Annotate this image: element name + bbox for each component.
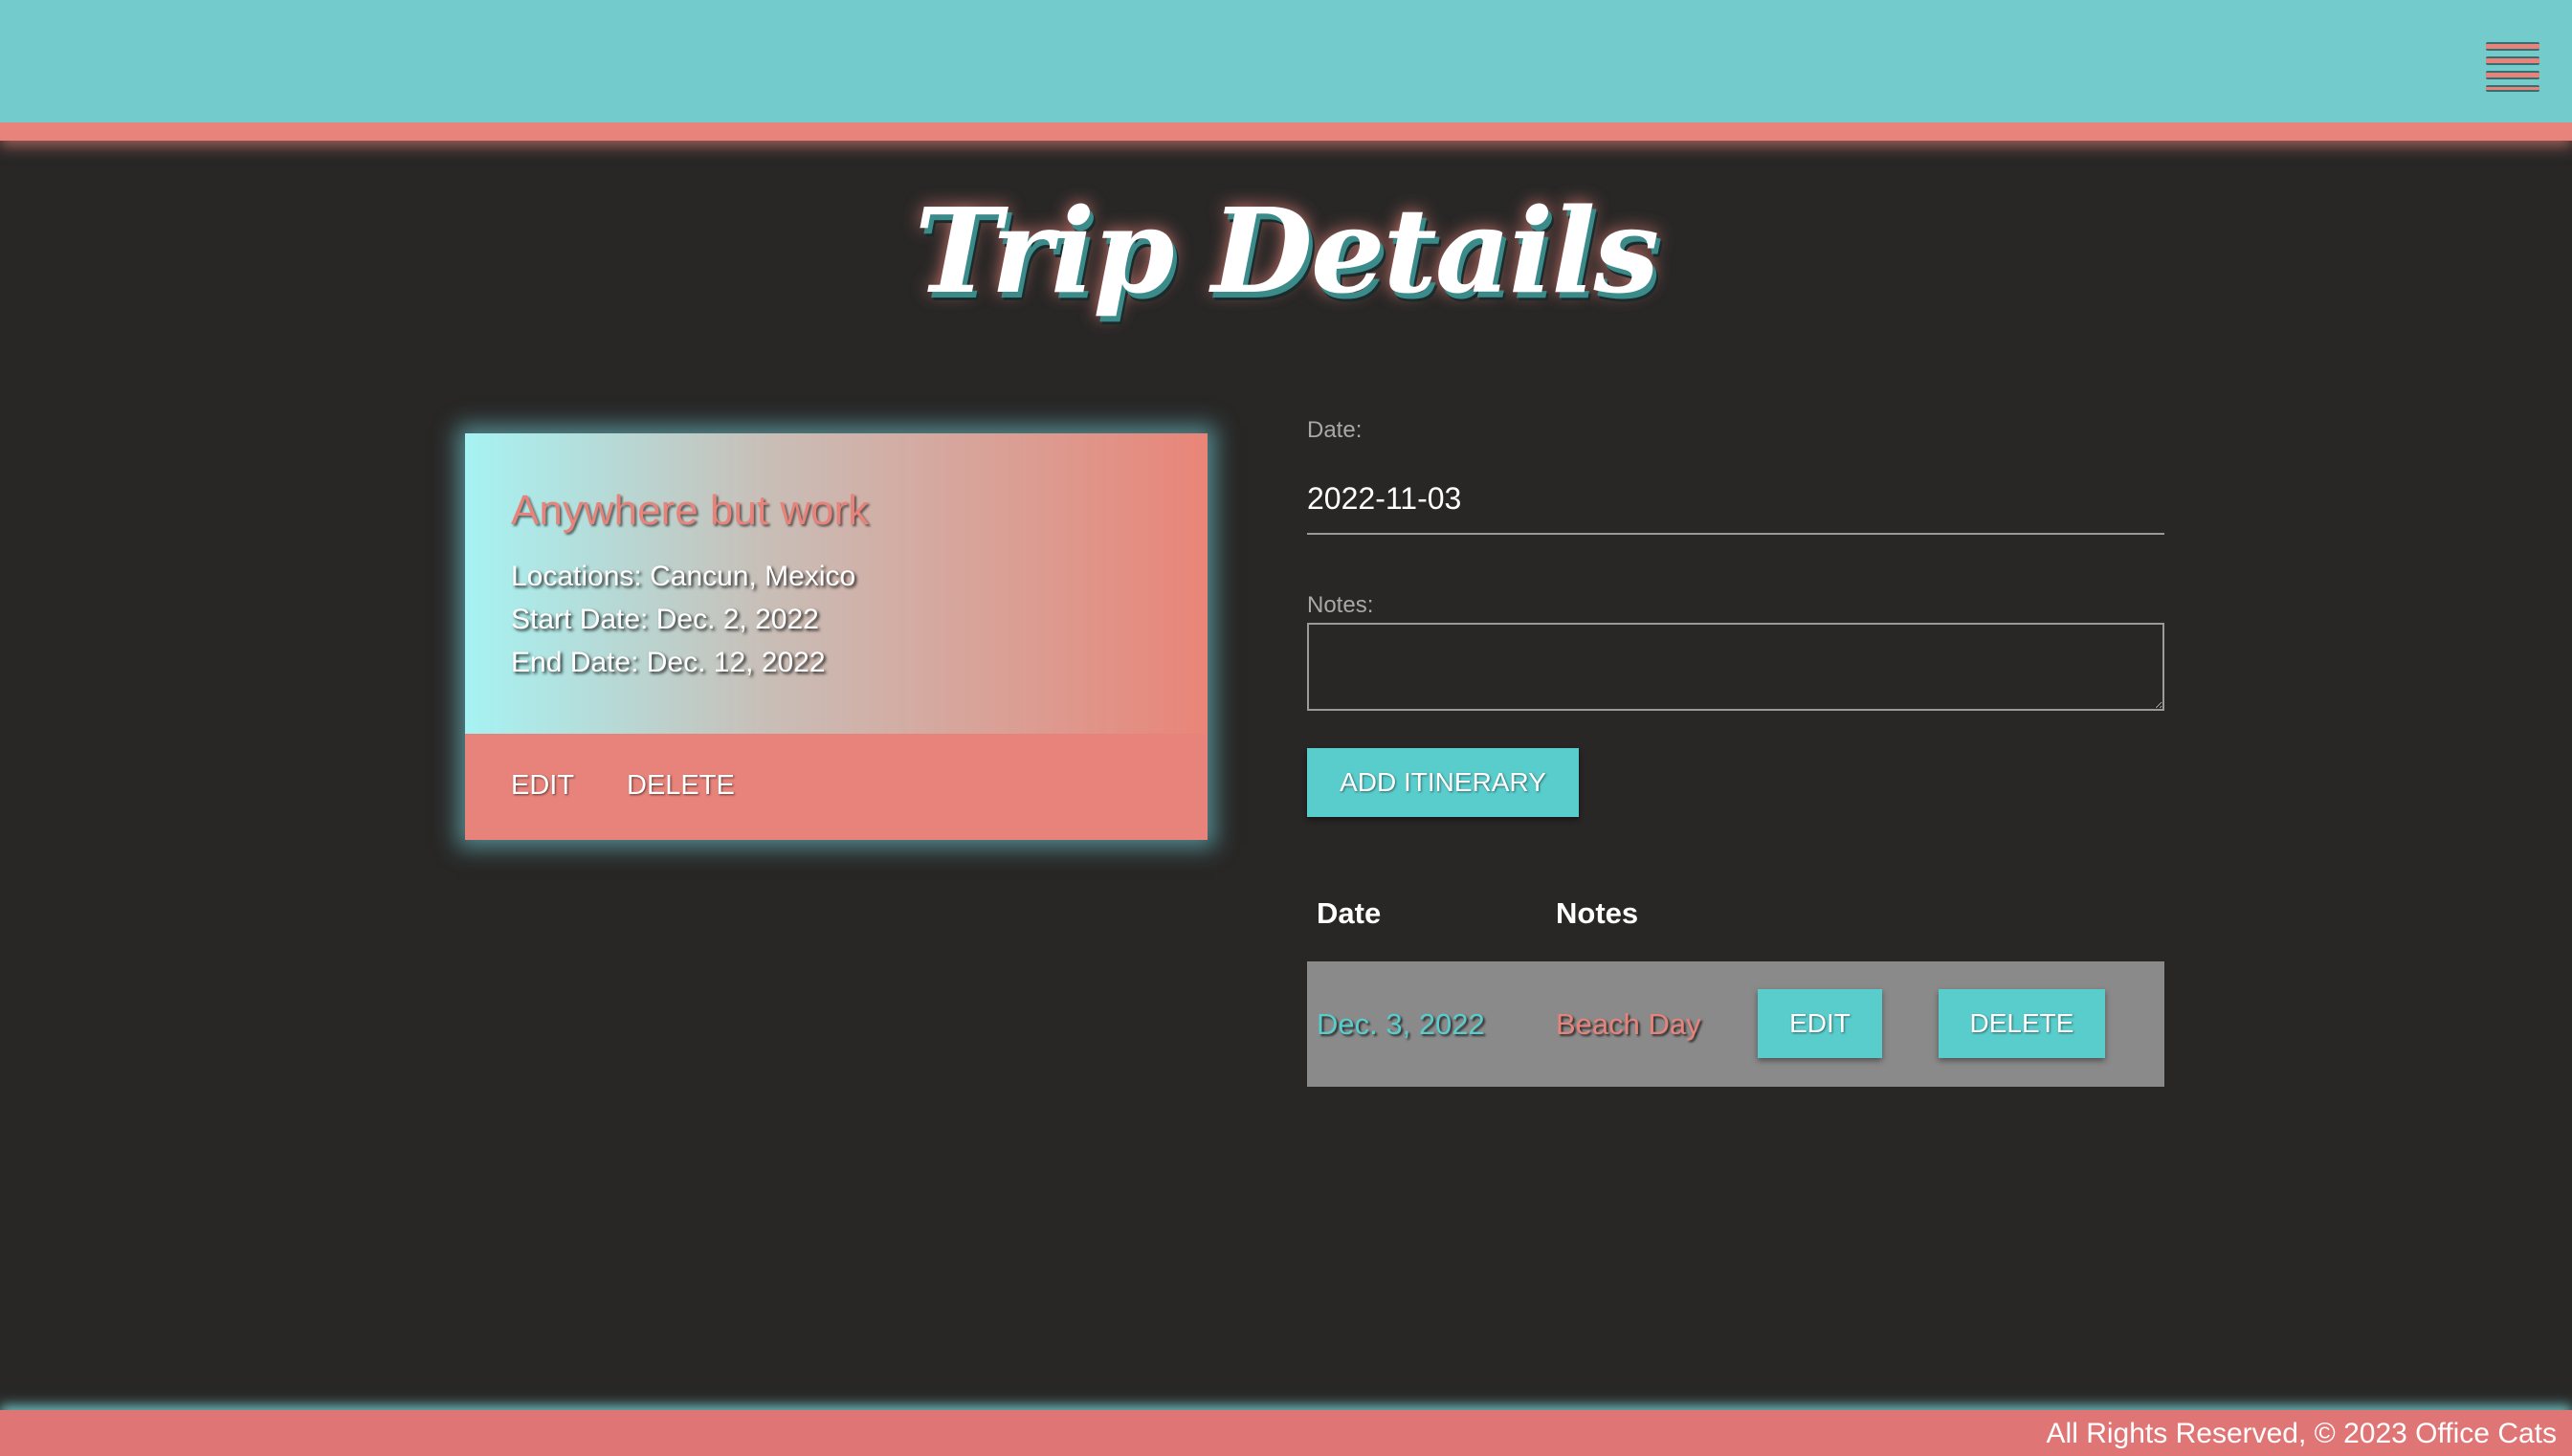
itinerary-date: Dec. 3, 2022 [1317,1007,1485,1041]
menu-bar [2486,42,2539,51]
edit-itinerary-button[interactable]: EDIT [1758,989,1882,1058]
column-header-date: Date [1317,896,1382,930]
menu-bar [2486,56,2539,65]
table-row: Dec. 3, 2022 Beach Day EDIT DELETE [1307,961,2164,1087]
trip-name: Anywhere but work [511,487,870,534]
app-root: Trip Details Anywhere but work Locations… [0,0,2572,1456]
menu-bar [2486,71,2539,79]
delete-itinerary-button[interactable]: DELETE [1939,989,2105,1058]
date-field[interactable] [1307,464,2164,535]
add-itinerary-button[interactable]: ADD ITINERARY [1307,748,1579,817]
notes-label: Notes: [1307,592,1374,618]
menu-bar [2486,85,2539,92]
footer: All Rights Reserved, © 2023 Office Cats [0,1410,2572,1456]
date-label: Date: [1307,417,1363,443]
footer-copyright: All Rights Reserved, © 2023 Office Cats [2046,1418,2557,1449]
column-header-notes: Notes [1556,896,1639,930]
delete-trip-button[interactable]: DELETE [627,770,735,802]
trip-card-body: Anywhere but work Locations: Cancun, Mex… [465,433,1208,734]
trip-card: Anywhere but work Locations: Cancun, Mex… [465,433,1208,840]
trip-end-date: End Date: Dec. 12, 2022 [511,647,826,678]
top-header [0,0,2572,141]
page-title: Trip Details [914,182,1660,320]
hamburger-menu-icon[interactable] [2486,40,2539,92]
trip-card-actions: EDIT DELETE [465,734,1208,840]
trip-start-date: Start Date: Dec. 2, 2022 [511,604,819,635]
notes-field[interactable] [1307,623,2164,711]
edit-trip-button[interactable]: EDIT [511,770,574,802]
itinerary-notes: Beach Day [1556,1007,1701,1041]
trip-locations: Locations: Cancun, Mexico [511,561,856,592]
